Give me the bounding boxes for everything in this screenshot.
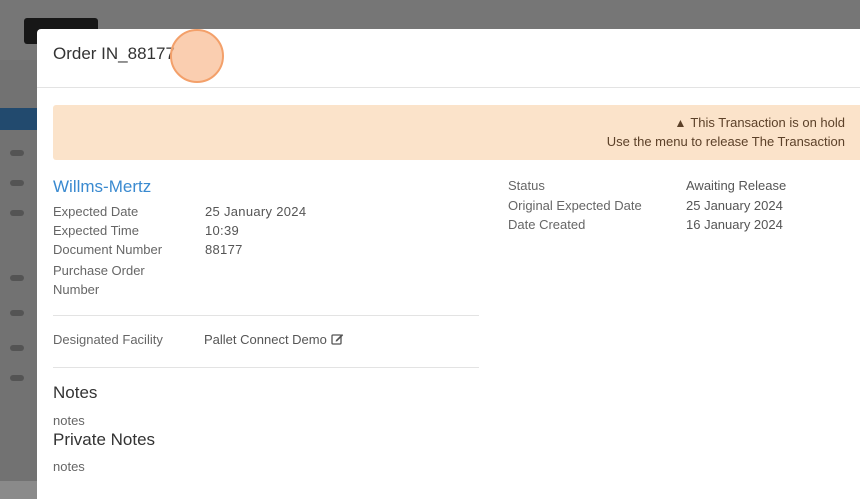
field-label: Expected Date: [53, 204, 139, 219]
notes-text: notes: [53, 413, 85, 428]
click-indicator: [170, 29, 224, 83]
notes-heading: Notes: [53, 383, 98, 402]
private-notes-text: notes: [53, 459, 85, 474]
field-value: 88177: [205, 242, 243, 257]
field-label: Document Number: [53, 242, 163, 257]
field-label: Purchase Order Number: [53, 263, 145, 297]
alert-line-2: Use the menu to release The Transaction: [606, 134, 845, 149]
private-notes-heading: Private Notes: [53, 430, 156, 449]
field-value: 16 January 2024: [686, 217, 783, 232]
field-label: Date Created: [508, 217, 586, 232]
facility-value: Pallet Connect Demo: [204, 332, 344, 348]
divider: [53, 315, 479, 316]
company-link[interactable]: Willms-Mertz: [53, 177, 151, 197]
status-value: Awaiting Release: [686, 178, 787, 193]
modal-title: Order IN_88177: [53, 44, 175, 63]
field-value: 25 January 2024: [205, 204, 307, 219]
field-label: Original Expected Date: [508, 198, 642, 213]
field-label: Status: [508, 178, 545, 193]
modal-header: Order IN_88177: [37, 29, 860, 88]
field-label: Expected Time: [53, 223, 139, 238]
order-modal: Order IN_88177 ▲ This Transaction is on h…: [37, 29, 860, 499]
divider: [53, 367, 479, 368]
facility-label: Designated Facility: [53, 332, 163, 347]
warning-icon: ▲: [674, 116, 687, 130]
field-value: 25 January 2024: [686, 198, 783, 213]
hold-alert: ▲ This Transaction is on hold Use the men…: [53, 105, 860, 160]
alert-line-1: ▲ This Transaction is on hold: [674, 115, 845, 130]
field-value: 10:39: [205, 223, 240, 238]
alert-text: This Transaction is on hold: [690, 115, 845, 130]
facility-name: Pallet Connect Demo: [204, 332, 327, 347]
edit-icon[interactable]: [331, 332, 344, 348]
